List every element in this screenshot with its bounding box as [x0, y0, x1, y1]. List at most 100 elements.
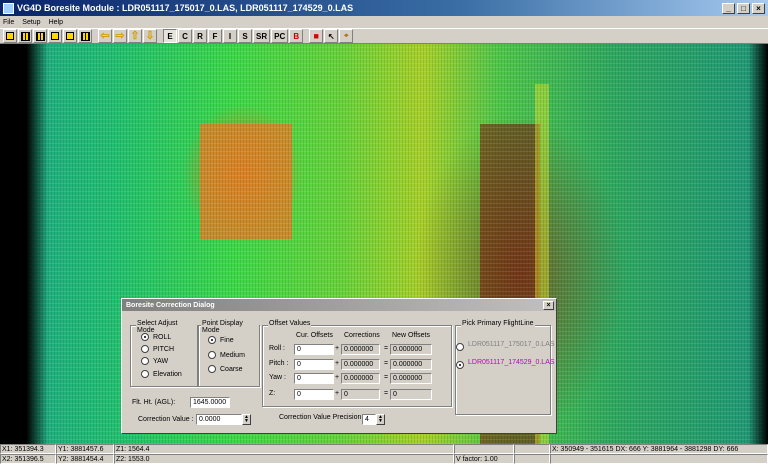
- correction-value-input[interactable]: 0.0000: [196, 414, 242, 425]
- z-correction: 0: [341, 389, 380, 400]
- z-new-offset: 0: [390, 389, 432, 400]
- row-yaw-label: Yaw :: [269, 374, 286, 381]
- no-data-right: [748, 44, 768, 444]
- pan-left-button[interactable]: ⇦: [98, 29, 112, 43]
- grid2-icon: [35, 31, 45, 41]
- status-bar: X1: 351394.3 Y1: 3881457.6 Z1: 1564.4 X:…: [0, 444, 768, 464]
- dialog-close-button[interactable]: ×: [543, 300, 554, 310]
- status-extent: X: 350949 - 351615 DX: 666 Y: 3881964 - …: [550, 444, 768, 454]
- tool-e-button[interactable]: E: [163, 29, 177, 43]
- radio-elevation[interactable]: Elevation: [141, 370, 182, 378]
- pan-right-button[interactable]: ⇨: [113, 29, 127, 43]
- row-z-label: Z:: [269, 390, 276, 397]
- menu-file[interactable]: File: [3, 19, 14, 26]
- crosshair-button[interactable]: ⌖: [339, 29, 354, 43]
- flightline-175017-label: LDR051117_175017_0.LAS: [468, 341, 555, 348]
- grid2-icon-button[interactable]: [33, 29, 47, 43]
- grid3-icon-button[interactable]: [78, 29, 92, 43]
- toolbar: ⇦ ⇨ ⇧ ⇩ E C R F I S SR PC B ■ ↖ ⌖: [0, 28, 768, 44]
- menu-setup[interactable]: Setup: [22, 19, 40, 26]
- app-icon: [3, 2, 14, 14]
- roll-correction: 0.000000: [341, 344, 380, 355]
- precision-spinner[interactable]: ▲ ▼: [376, 414, 385, 425]
- display-mode-label: Point Display Mode: [201, 320, 259, 334]
- frame-icon: [6, 32, 14, 40]
- status-blank-3: [550, 454, 768, 464]
- zoom-box-icon-button[interactable]: [63, 29, 77, 43]
- row-roll-label: Roll :: [269, 345, 285, 352]
- tool-s-button[interactable]: S: [238, 29, 252, 43]
- menu-bar: File Setup Help: [0, 16, 768, 28]
- radio-pitch[interactable]: PITCH: [141, 345, 174, 353]
- tool-r-button[interactable]: R: [193, 29, 207, 43]
- grid3-icon: [80, 31, 90, 41]
- tool-b-label: B: [293, 31, 300, 41]
- flightline-label: Pick Primary FlightLine: [461, 320, 535, 327]
- radio-flightline-174529[interactable]: LDR051117_174529_0.LAS: [456, 359, 555, 369]
- status-x2: X2: 351396.5: [0, 454, 56, 464]
- arrow-right-icon: ⇨: [115, 30, 125, 42]
- palette-icon: ■: [313, 31, 319, 41]
- status-z2: Z2: 1553.0: [114, 454, 454, 464]
- status-y2: Y2: 3881454.4: [56, 454, 114, 464]
- radio-roll[interactable]: ROLL: [141, 333, 171, 341]
- roll-cur-offset[interactable]: 0: [294, 344, 334, 355]
- grid-icon: [20, 31, 30, 41]
- offset-values-label: Offset Values: [268, 320, 312, 327]
- pointer-icon: ↖: [327, 31, 335, 41]
- flt-ht-label: Flt. Ht. (AGL):: [132, 399, 176, 406]
- z-cur-offset[interactable]: 0: [294, 389, 334, 400]
- close-button[interactable]: ×: [752, 2, 765, 14]
- status-y1: Y1: 3881457.6: [56, 444, 114, 454]
- tool-i-button[interactable]: I: [223, 29, 237, 43]
- tool-pc-button[interactable]: PC: [271, 29, 289, 43]
- radio-medium[interactable]: Medium: [208, 351, 245, 359]
- tool-b-button[interactable]: B: [289, 29, 304, 43]
- radio-yaw[interactable]: YAW: [141, 357, 168, 365]
- status-blank-2: [514, 454, 550, 464]
- title-bar: VG4D Boresite Module : LDR051117_175017_…: [0, 0, 768, 16]
- header-cur-offsets: Cur. Offsets: [296, 332, 333, 339]
- dialog-title: Boresite Correction Dialog: [126, 301, 215, 309]
- precision-label: Correction Value Precision:: [279, 414, 364, 421]
- pitch-new-offset: 0.000000: [390, 359, 432, 370]
- minimize-button[interactable]: _: [722, 2, 735, 14]
- menu-help[interactable]: Help: [49, 19, 63, 26]
- tool-sr-button[interactable]: SR: [253, 29, 271, 43]
- status-vfactor-blank: [454, 444, 514, 454]
- pointer-button[interactable]: ↖: [324, 29, 339, 43]
- correction-value-label: Correction Value :: [138, 416, 194, 423]
- box-icon: [51, 32, 59, 40]
- crosshair-icon: ⌖: [343, 31, 349, 40]
- box-icon-button[interactable]: [48, 29, 62, 43]
- window-title: VG4D Boresite Module : LDR051117_175017_…: [17, 3, 354, 13]
- maximize-button[interactable]: □: [737, 2, 750, 14]
- status-vfactor: V factor: 1.00: [454, 454, 514, 464]
- precision-input[interactable]: 4: [362, 414, 376, 425]
- color-palette-button[interactable]: ■: [309, 29, 324, 43]
- roll-new-offset: 0.000000: [390, 344, 432, 355]
- arrow-down-icon: ⇩: [145, 30, 155, 42]
- header-corrections: Corrections: [344, 332, 380, 339]
- grid-icon-button[interactable]: [18, 29, 32, 43]
- correction-value-spinner[interactable]: ▲ ▼: [242, 414, 251, 425]
- radio-flightline-175017[interactable]: LDR051117_175017_0.LAS: [456, 341, 555, 351]
- status-blank-1: [514, 444, 550, 454]
- adjust-mode-label: Select Adjust Mode: [136, 320, 197, 334]
- yaw-cur-offset[interactable]: 0: [294, 373, 334, 384]
- flt-ht-input[interactable]: 1645.0000: [190, 397, 230, 408]
- pan-up-button[interactable]: ⇧: [128, 29, 142, 43]
- header-new-offsets: New Offsets: [392, 332, 430, 339]
- radio-coarse[interactable]: Coarse: [208, 365, 243, 373]
- dialog-title-bar: Boresite Correction Dialog ×: [122, 299, 556, 311]
- pitch-cur-offset[interactable]: 0: [294, 359, 334, 370]
- flightline-174529-label: LDR051117_174529_0.LAS: [468, 359, 555, 366]
- radio-fine[interactable]: Fine: [208, 336, 234, 344]
- status-x1: X1: 351394.3: [0, 444, 56, 454]
- frame-icon-button[interactable]: [3, 29, 17, 43]
- tool-c-button[interactable]: C: [178, 29, 192, 43]
- zoom-box-icon: [66, 32, 74, 40]
- tool-f-button[interactable]: F: [208, 29, 222, 43]
- pan-down-button[interactable]: ⇩: [143, 29, 157, 43]
- arrow-left-icon: ⇦: [100, 30, 110, 42]
